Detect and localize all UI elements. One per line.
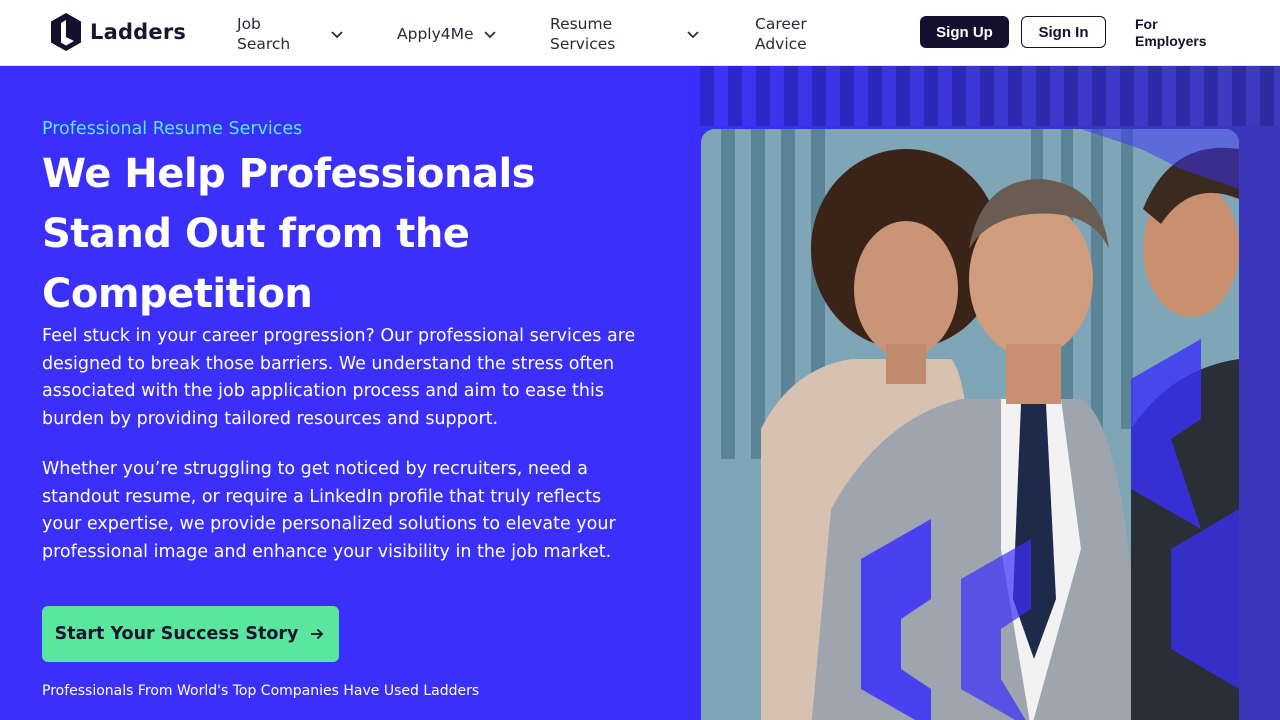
chevron-down-icon	[331, 31, 343, 39]
hero-background-window-stripes	[700, 66, 1280, 126]
hero-image-professionals	[701, 129, 1239, 720]
nav-apply4me[interactable]: Apply4Me	[397, 24, 507, 44]
nav-job-search-label: Job Search	[237, 15, 291, 53]
arrow-right-icon	[311, 628, 324, 640]
sign-in-button[interactable]: Sign In	[1021, 16, 1106, 48]
hero-eyebrow: Professional Resume Services	[42, 119, 303, 139]
nav-resume-services-label: Resume Services	[550, 15, 616, 53]
nav-job-search[interactable]: Job Search	[237, 14, 347, 54]
sign-up-button[interactable]: Sign Up	[920, 16, 1009, 48]
hero-headline: We Help Professionals Stand Out from the…	[42, 151, 535, 317]
trust-line: Professionals From World's Top Companies…	[42, 683, 480, 699]
hero-paragraph-2: Whether you’re struggling to get noticed…	[42, 459, 616, 562]
hero-image-illustration	[701, 129, 1239, 720]
for-employers-link[interactable]: For Employers	[1135, 16, 1225, 50]
nav-career-advice-label: Career Advice	[755, 15, 807, 53]
nav-career-advice[interactable]: Career Advice	[755, 14, 835, 54]
hero-paragraph-1: Feel stuck in your career progression? O…	[42, 326, 636, 429]
nav-apply4me-label: Apply4Me	[397, 25, 474, 43]
top-navbar: Ladders Job Search Apply4Me Resume Servi…	[0, 0, 1280, 66]
start-success-story-button[interactable]: Start Your Success Story	[42, 606, 339, 662]
cta-label: Start Your Success Story	[54, 624, 299, 644]
brand-name: Ladders	[90, 20, 187, 44]
ladders-logo-icon	[51, 13, 81, 51]
chevron-down-icon	[484, 31, 496, 39]
chevron-down-icon	[687, 31, 699, 39]
nav-resume-services[interactable]: Resume Services	[550, 14, 705, 54]
ladders-logo[interactable]: Ladders	[50, 12, 186, 52]
